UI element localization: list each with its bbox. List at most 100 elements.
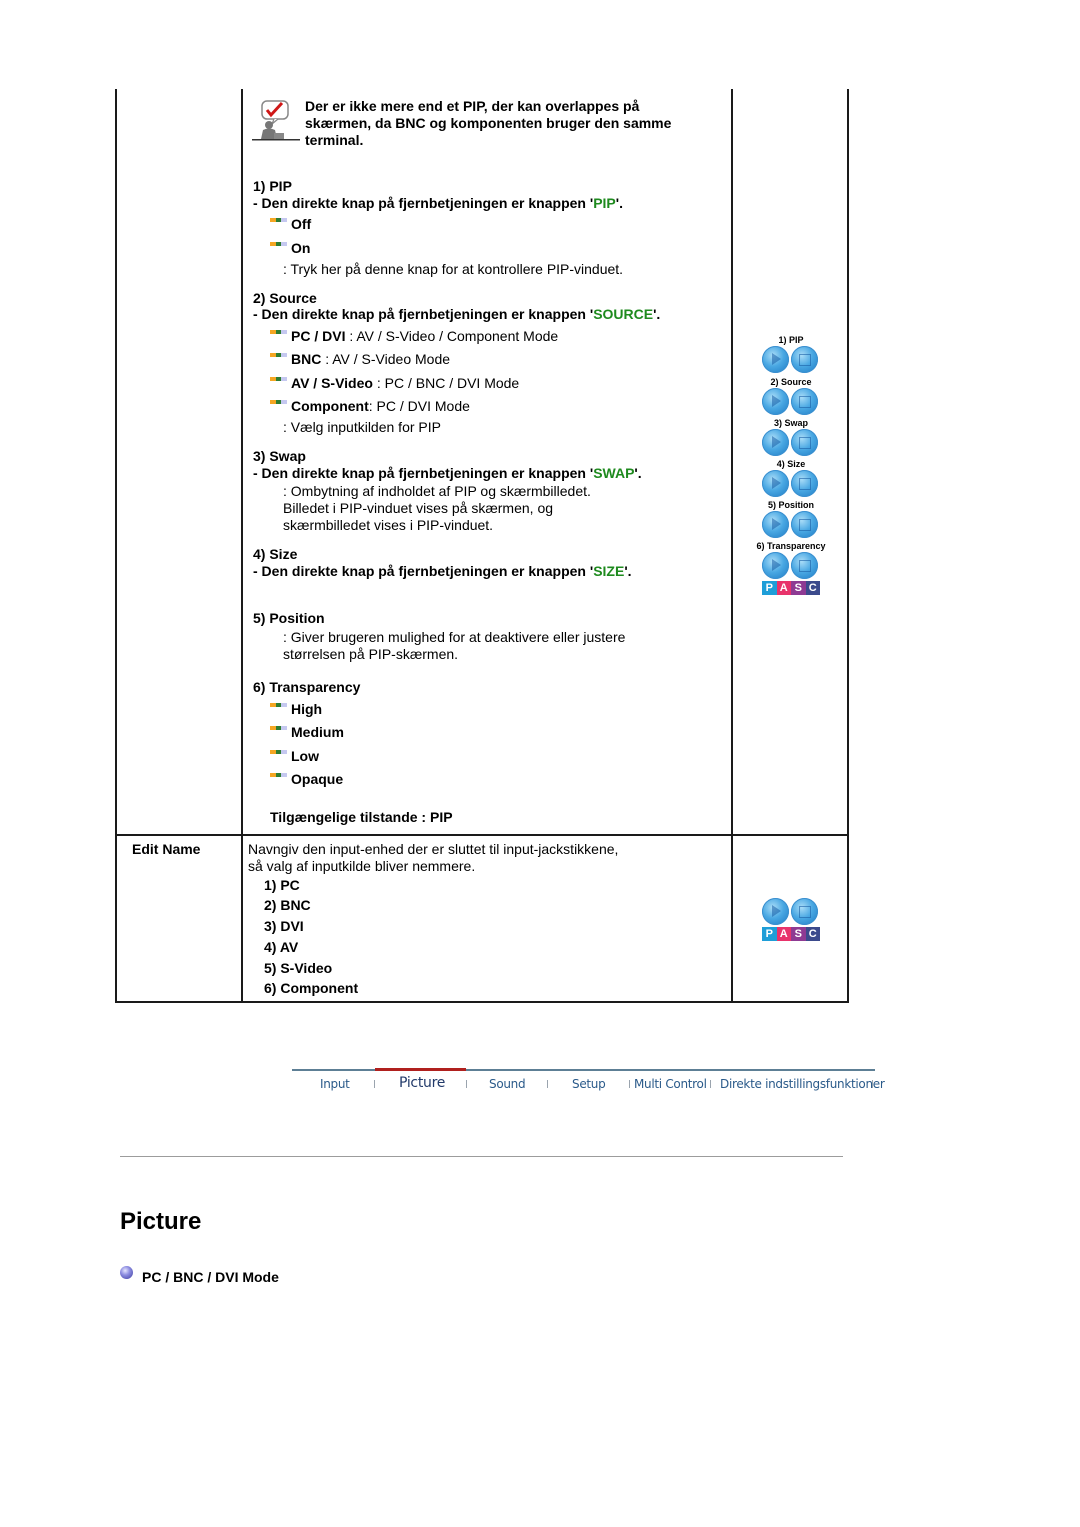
nav-separator [374, 1080, 375, 1088]
button-label-transparency: 6) Transparency [756, 541, 826, 551]
position-description: : Giver brugeren mulighed for at deaktiv… [283, 629, 626, 645]
pasc-letter: P [762, 927, 777, 941]
pasc-letter: A [776, 581, 791, 595]
play-icon[interactable] [762, 470, 789, 497]
table-border-right [847, 89, 849, 1003]
source-description: : Vælg inputkilden for PIP [283, 419, 441, 435]
pasc-letter: S [791, 581, 806, 595]
section-title-pip: 1) PIP [253, 178, 292, 194]
play-icon[interactable] [762, 429, 789, 456]
swap-description: Billedet i PIP-vinduet vises på skærmen,… [283, 500, 554, 516]
button-label-source: 2) Source [770, 377, 812, 387]
option-high: High [270, 701, 322, 718]
pip-description: : Tryk her på denne knap for at kontroll… [283, 261, 624, 277]
edit-name-label: Edit Name [132, 841, 201, 857]
edit-name-item: 1) PC [264, 877, 300, 893]
section-title-size: 4) Size [253, 546, 298, 562]
stop-icon[interactable] [791, 470, 818, 497]
direct-key-source: - Den direkte knap på fjernbetjeningen e… [253, 306, 661, 322]
option-low: Low [270, 748, 319, 765]
size-button-pair[interactable] [762, 470, 820, 498]
play-icon[interactable] [762, 346, 789, 373]
source-button-pair[interactable] [762, 388, 820, 416]
section-title-position: 5) Position [253, 610, 325, 626]
stop-icon[interactable] [791, 346, 818, 373]
play-icon[interactable] [762, 898, 789, 925]
stop-icon[interactable] [791, 552, 818, 579]
pasc-letter: P [762, 581, 777, 595]
play-icon[interactable] [762, 552, 789, 579]
nav-separator [872, 1080, 873, 1088]
pasc-letter: C [805, 927, 820, 941]
note-icon [252, 99, 300, 143]
option-on: On [270, 240, 310, 257]
bullet-icon [270, 703, 287, 707]
section-title-swap: 3) Swap [253, 448, 306, 464]
source-option: PC / DVI : AV / S-Video / Component Mode [270, 328, 558, 345]
play-icon[interactable] [762, 511, 789, 538]
pip-button-pair[interactable] [762, 346, 820, 374]
bullet-icon [270, 750, 287, 754]
table-divider-1 [241, 89, 243, 1003]
source-option: AV / S-Video : PC / BNC / DVI Mode [270, 375, 519, 392]
nav-item-multi-control[interactable]: Multi Control [634, 1077, 707, 1091]
edit-name-item: 3) DVI [264, 918, 304, 934]
bullet-icon [270, 773, 287, 777]
edit-name-item: 5) S-Video [264, 960, 333, 976]
edit-name-item: 6) Component [264, 980, 359, 996]
section-title-source: 2) Source [253, 290, 317, 306]
table-border-bottom [115, 1001, 849, 1003]
transparency-button-pair[interactable] [762, 552, 820, 580]
stop-icon[interactable] [791, 898, 818, 925]
nav-item-direct-functions[interactable]: Direkte indstillingsfunktioner [720, 1077, 885, 1091]
button-label-pip: 1) PIP [778, 335, 804, 345]
nav-item-setup[interactable]: Setup [572, 1077, 606, 1091]
bullet-icon [270, 377, 287, 381]
row-divider [115, 834, 849, 836]
nav-item-sound[interactable]: Sound [489, 1077, 526, 1091]
edit-name-button-pair[interactable] [762, 898, 820, 926]
button-label-swap: 3) Swap [773, 418, 808, 428]
option-opaque: Opaque [270, 771, 343, 788]
pasc-logo: P A S C [762, 927, 820, 941]
bullet-icon [270, 330, 287, 334]
bullet-icon [270, 242, 287, 246]
option-medium: Medium [270, 724, 344, 741]
bullet-icon [270, 726, 287, 730]
swap-description: : Ombytning af indholdet af PIP og skærm… [283, 483, 591, 499]
pasc-logo: P A S C [762, 581, 820, 595]
edit-name-item: 2) BNC [264, 897, 311, 913]
nav-separator [466, 1080, 467, 1088]
bullet-icon [270, 353, 287, 357]
table-border-left [115, 89, 117, 1003]
stop-icon[interactable] [791, 429, 818, 456]
mode-heading: PC / BNC / DVI Mode [142, 1269, 279, 1285]
button-label-position: 5) Position [767, 500, 814, 510]
page-title: Picture [120, 1208, 202, 1235]
position-button-pair[interactable] [762, 511, 820, 539]
pasc-letter: C [805, 581, 820, 595]
pasc-letter: A [776, 927, 791, 941]
nav-separator [629, 1080, 630, 1088]
swap-description: skærmbilledet vises i PIP-vinduet. [283, 517, 494, 533]
nav-active-indicator [375, 1068, 466, 1071]
direct-key-pip: - Den direkte knap på fjernbetjeningen e… [253, 195, 623, 211]
note-text: Der er ikke mere end et PIP, der kan ove… [305, 98, 672, 148]
play-icon[interactable] [762, 388, 789, 415]
stop-icon[interactable] [791, 511, 818, 538]
swap-button-pair[interactable] [762, 429, 820, 457]
source-option: BNC : AV / S-Video Mode [270, 351, 450, 368]
button-label-size: 4) Size [776, 459, 806, 469]
stop-icon[interactable] [791, 388, 818, 415]
edit-name-description: Navngiv den input-enhed der er sluttet t… [248, 841, 619, 857]
nav-item-input[interactable]: Input [320, 1077, 350, 1091]
nav-item-picture[interactable]: Picture [399, 1075, 445, 1091]
section-title-transparency: 6) Transparency [253, 679, 361, 695]
pasc-letter: S [791, 927, 806, 941]
nav-separator [710, 1080, 711, 1088]
source-option: Component: PC / DVI Mode [270, 398, 470, 415]
edit-name-description: så valg af inputkilde bliver nemmere. [248, 858, 476, 874]
bullet-icon [270, 218, 287, 222]
position-description: størrelsen på PIP-skærmen. [283, 646, 459, 662]
bullet-sphere-icon [120, 1266, 133, 1279]
